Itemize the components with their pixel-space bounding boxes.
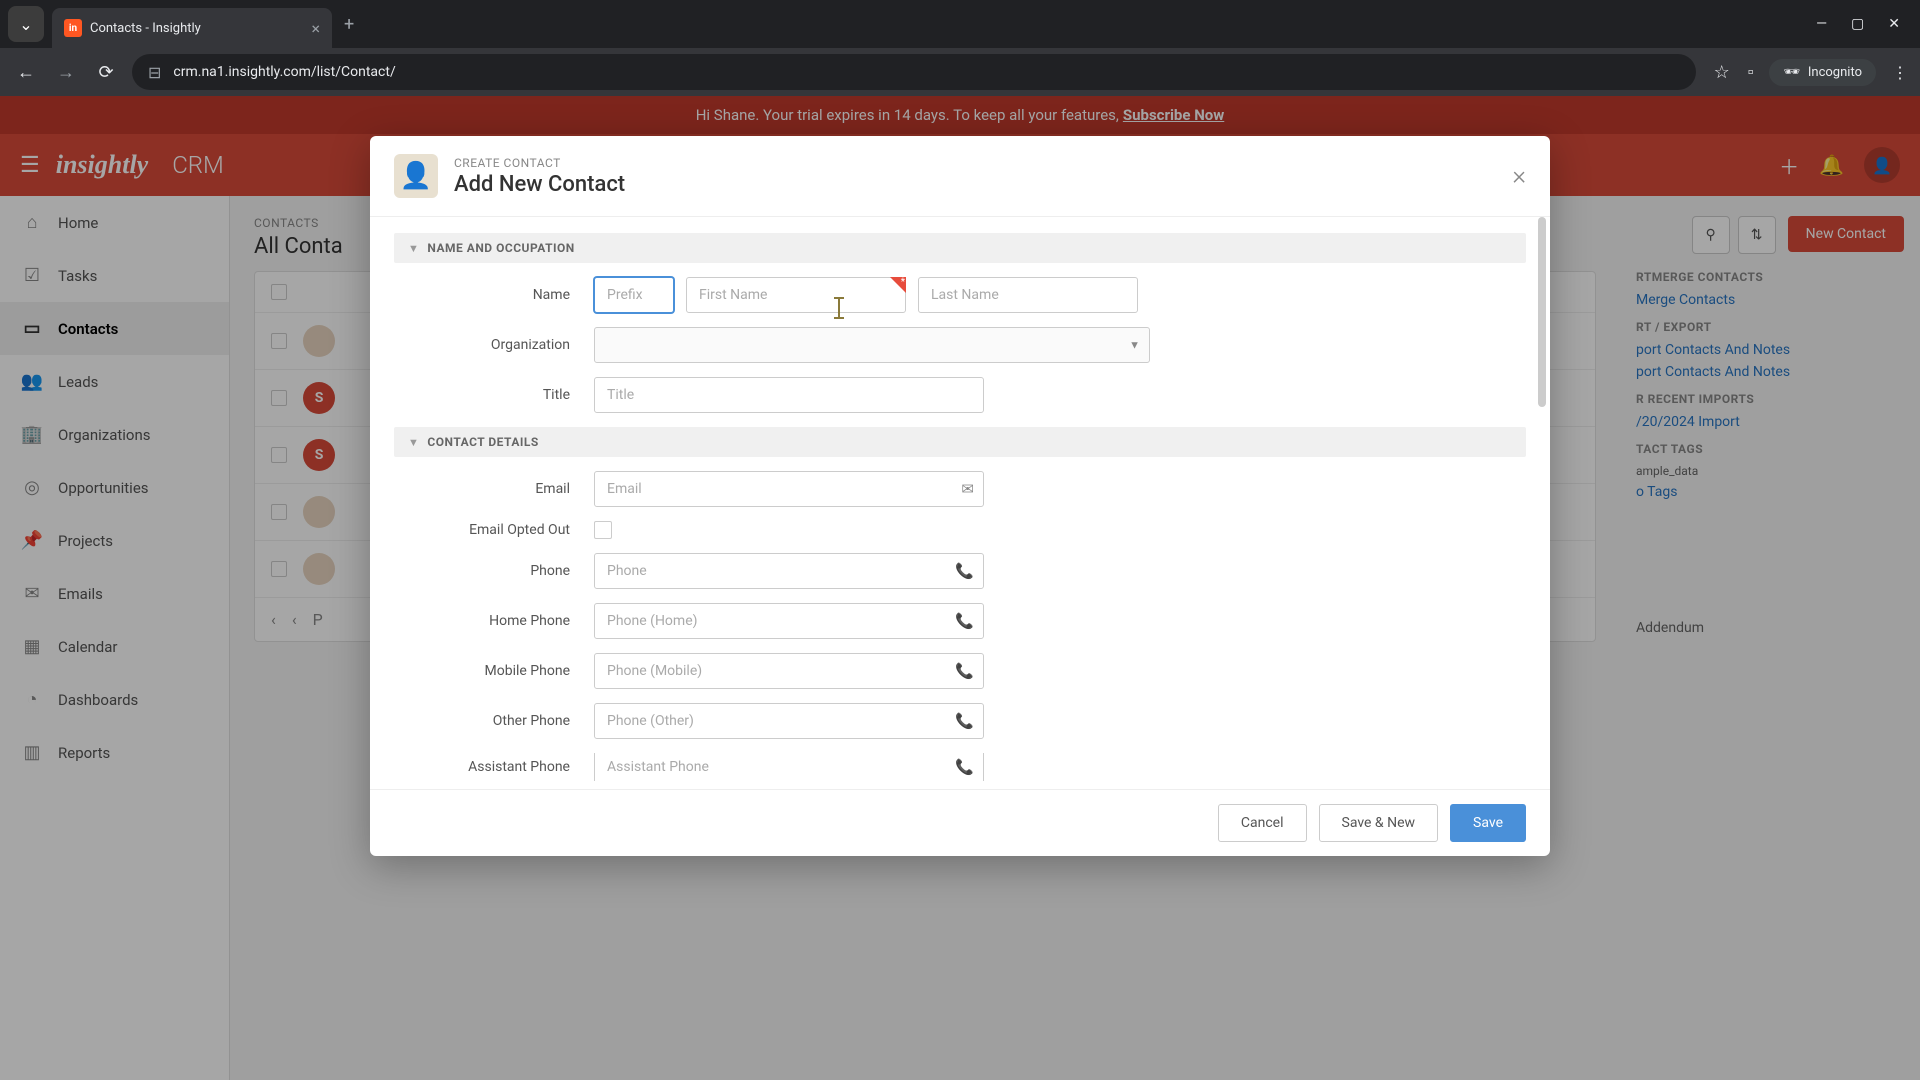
url-text: crm.na1.insightly.com/list/Contact/ [173,64,395,80]
assistant-phone-input[interactable] [594,753,984,781]
email-row: Email ✉ [394,471,1526,507]
assistant-phone-row: Assistant Phone 📞 [394,753,1526,781]
contact-section-header[interactable]: ▼ CONTACT DETAILS [394,427,1526,457]
assistant-phone-label: Assistant Phone [394,759,594,775]
first-name-input[interactable] [686,277,906,313]
modal-scrollbar[interactable] [1538,217,1546,407]
organization-label: Organization [394,337,594,353]
page: Hi Shane. Your trial expires in 14 days.… [0,96,1920,1080]
modal-eyebrow: CREATE CONTACT [454,156,1496,170]
mobile-phone-label: Mobile Phone [394,663,594,679]
phone-label: Phone [394,563,594,579]
email-input[interactable] [594,471,984,507]
phone-row: Phone 📞 [394,553,1526,589]
section-label: CONTACT DETAILS [427,435,538,449]
mobile-phone-row: Mobile Phone 📞 [394,653,1526,689]
text-cursor-icon [838,297,840,319]
tab-close-icon[interactable]: × [311,19,320,38]
name-label: Name [394,287,594,303]
cancel-button[interactable]: Cancel [1218,804,1307,842]
other-phone-label: Other Phone [394,713,594,729]
phone-icon: 📞 [955,662,974,680]
name-section-header[interactable]: ▼ NAME AND OCCUPATION [394,233,1526,263]
modal-close-icon[interactable]: × [1512,161,1526,191]
tab-favicon-icon: in [64,19,82,37]
add-contact-modal: 👤 CREATE CONTACT Add New Contact × ▼ NAM… [370,136,1550,856]
required-indicator-icon [890,277,906,293]
modal-body: ▼ NAME AND OCCUPATION Name Organization [370,217,1550,789]
new-tab-button[interactable]: + [344,14,354,35]
home-phone-row: Home Phone 📞 [394,603,1526,639]
reload-button[interactable]: ⟳ [92,62,120,83]
site-settings-icon[interactable]: ⊟ [148,63,161,82]
title-input[interactable] [594,377,984,413]
back-button[interactable]: ← [12,62,40,83]
browser-tab[interactable]: in Contacts - Insightly × [52,8,332,48]
tab-title: Contacts - Insightly [90,21,303,36]
phone-icon: 📞 [955,612,974,630]
forward-button[interactable]: → [52,62,80,83]
modal-title: Add New Contact [454,172,1496,197]
email-opt-row: Email Opted Out [394,521,1526,539]
browser-toolbar: ← → ⟳ ⊟ crm.na1.insightly.com/list/Conta… [0,48,1920,96]
browser-tab-strip: ⌄ in Contacts - Insightly × + — ▢ ✕ [0,0,1920,48]
email-opt-checkbox[interactable] [594,521,612,539]
panel-icon[interactable]: ▫ [1748,62,1754,82]
phone-icon: 📞 [955,758,974,776]
home-phone-label: Home Phone [394,613,594,629]
section-label: NAME AND OCCUPATION [427,241,574,255]
close-window-icon[interactable]: ✕ [1888,16,1900,32]
tab-search-dropdown[interactable]: ⌄ [8,6,44,42]
last-name-input[interactable] [918,277,1138,313]
save-and-new-button[interactable]: Save & New [1319,804,1439,842]
other-phone-input[interactable] [594,703,984,739]
maximize-icon[interactable]: ▢ [1851,16,1864,32]
contact-icon: 👤 [394,154,438,198]
incognito-label: Incognito [1808,65,1862,80]
prefix-input[interactable] [594,277,674,313]
email-opt-label: Email Opted Out [394,522,594,538]
organization-input[interactable] [594,327,1150,363]
incognito-icon: 🕶 [1783,65,1800,80]
modal-footer: Cancel Save & New Save [370,789,1550,856]
minimize-icon[interactable]: — [1816,16,1827,32]
title-label: Title [394,387,594,403]
address-bar[interactable]: ⊟ crm.na1.insightly.com/list/Contact/ [132,54,1696,90]
chevron-down-icon: ▼ [408,436,419,449]
other-phone-row: Other Phone 📞 [394,703,1526,739]
title-row: Title [394,377,1526,413]
email-label: Email [394,481,594,497]
name-row: Name [394,277,1526,313]
modal-header: 👤 CREATE CONTACT Add New Contact × [370,136,1550,217]
phone-icon: 📞 [955,562,974,580]
window-controls: — ▢ ✕ [1816,16,1912,32]
browser-menu-icon[interactable]: ⋮ [1892,63,1908,82]
phone-icon: 📞 [955,712,974,730]
email-icon: ✉ [961,480,974,498]
phone-input[interactable] [594,553,984,589]
incognito-badge[interactable]: 🕶 Incognito [1769,59,1876,86]
mobile-phone-input[interactable] [594,653,984,689]
organization-select[interactable]: ▼ [594,327,1150,363]
bookmark-icon[interactable]: ☆ [1708,62,1736,83]
home-phone-input[interactable] [594,603,984,639]
chevron-down-icon: ▼ [408,242,419,255]
organization-row: Organization ▼ [394,327,1526,363]
save-button[interactable]: Save [1450,804,1526,842]
